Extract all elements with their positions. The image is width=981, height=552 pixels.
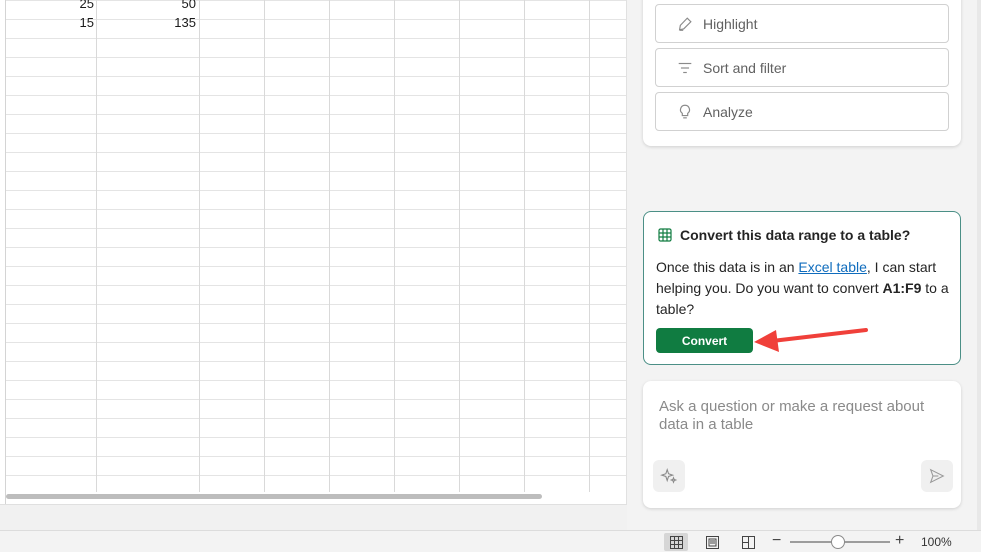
cell-c-row2[interactable]: 135 <box>106 15 196 30</box>
highlighter-icon <box>678 16 692 31</box>
zoom-level[interactable]: 100% <box>921 535 952 549</box>
status-bar: − + 100% <box>0 530 981 552</box>
highlight-button[interactable]: Highlight <box>655 4 949 43</box>
prompt-suggestions-button[interactable] <box>653 460 685 492</box>
sort-and-filter-button[interactable]: Sort and filter <box>655 48 949 87</box>
row-header-edge <box>0 0 6 504</box>
analyze-label: Analyze <box>703 103 753 120</box>
page-layout-button[interactable] <box>704 534 720 550</box>
sparkle-icon <box>660 467 678 484</box>
lightbulb-icon <box>679 104 691 118</box>
column-divider <box>264 0 265 492</box>
column-divider <box>459 0 460 492</box>
sheet-bottom-bar <box>0 504 627 530</box>
zoom-in-button[interactable]: + <box>895 532 904 550</box>
filter-icon <box>678 62 692 73</box>
ask-input[interactable] <box>659 398 949 442</box>
column-divider <box>96 0 97 492</box>
message-text: Once this data is in an <box>656 259 799 275</box>
page-break-icon <box>741 535 755 549</box>
highlight-label: Highlight <box>703 15 758 32</box>
cell-b-row2[interactable]: 15 <box>4 15 94 30</box>
column-divider <box>329 0 330 492</box>
send-button[interactable] <box>921 460 953 492</box>
column-divider <box>524 0 525 492</box>
convert-card-title-text: Convert this data range to a table? <box>680 227 911 243</box>
pane-scrollbar[interactable] <box>977 0 981 530</box>
horizontal-scrollbar[interactable] <box>6 494 542 499</box>
annotation-arrow <box>754 328 868 352</box>
range-reference: A1:F9 <box>882 280 922 296</box>
sort-and-filter-label: Sort and filter <box>703 59 787 76</box>
analyze-button[interactable]: Analyze <box>655 92 949 131</box>
convert-card-message: Once this data is in an Excel table, I c… <box>656 257 954 320</box>
page-break-preview-button[interactable] <box>740 534 756 550</box>
normal-view-button[interactable] <box>664 533 688 551</box>
cell-b-row1[interactable]: 25 <box>4 0 94 11</box>
convert-button[interactable]: Convert <box>656 328 753 353</box>
zoom-slider-thumb[interactable] <box>831 535 845 549</box>
cell-c-row1[interactable]: 50 <box>106 0 196 11</box>
column-divider <box>589 0 590 492</box>
convert-card-title: Convert this data range to a table? <box>658 227 910 243</box>
grid-view-icon <box>669 535 683 549</box>
excel-table-link[interactable]: Excel table <box>798 259 866 275</box>
ask-card <box>643 381 961 508</box>
spreadsheet-grid[interactable]: 25 50 15 135 <box>0 0 627 504</box>
column-divider <box>199 0 200 492</box>
column-divider <box>394 0 395 492</box>
send-icon <box>929 468 945 484</box>
page-layout-icon <box>705 535 719 549</box>
zoom-out-button[interactable]: − <box>772 532 781 550</box>
table-icon <box>658 228 672 242</box>
cell-grid[interactable] <box>6 0 626 492</box>
